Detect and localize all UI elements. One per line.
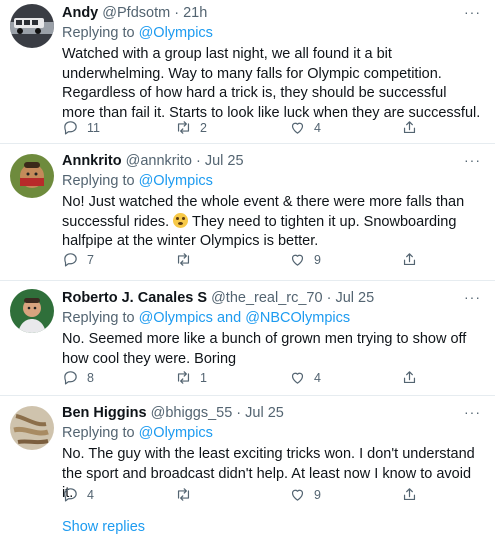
- replying-prefix: Replying to: [62, 425, 135, 441]
- retweet-button[interactable]: 1: [175, 369, 207, 386]
- author-name[interactable]: Annkrito: [62, 153, 122, 169]
- author-name[interactable]: Roberto J. Canales S: [62, 290, 207, 306]
- retweet-count: 1: [200, 370, 207, 385]
- show-replies-link[interactable]: Show replies: [62, 519, 145, 535]
- reply-icon: [64, 253, 77, 267]
- reply-thread: Andy @Pfdsotm · 21h Replying to @Olympic…: [0, 0, 495, 540]
- replying-prefix: Replying to: [62, 25, 135, 41]
- mention-link[interactable]: @Olympics: [139, 425, 213, 441]
- retweet-icon: [177, 253, 190, 266]
- retweet-button[interactable]: 2: [175, 119, 207, 136]
- tweet[interactable]: Andy @Pfdsotm · 21h Replying to @Olympic…: [0, 0, 495, 143]
- like-count: 9: [314, 252, 321, 267]
- share-icon: [403, 371, 416, 384]
- tweet[interactable]: Ben Higgins @bhiggs_55 · Jul 25 Replying…: [0, 396, 495, 512]
- share-icon: [403, 253, 416, 266]
- more-icon[interactable]: ···: [464, 404, 481, 420]
- share-button[interactable]: [401, 369, 418, 386]
- tweet-header: Roberto J. Canales S @the_real_rc_70 · J…: [62, 289, 481, 307]
- replying-and: and: [216, 310, 242, 326]
- author-handle[interactable]: @bhiggs_55: [151, 405, 233, 421]
- reply-count: 8: [87, 370, 94, 385]
- timestamp[interactable]: Jul 25: [245, 405, 284, 421]
- reply-icon: [64, 371, 77, 385]
- like-button[interactable]: 4: [289, 119, 321, 136]
- mention-link[interactable]: @Olympics: [139, 310, 213, 326]
- reply-count: 7: [87, 252, 94, 267]
- tweet-text: Watched with a group last night, we all …: [62, 46, 481, 121]
- author-handle[interactable]: @Pfdsotm: [102, 5, 170, 21]
- like-count: 9: [314, 487, 321, 502]
- tweet-actions: 8 1 4: [62, 369, 495, 389]
- mention-link[interactable]: @NBCOlympics: [245, 310, 350, 326]
- share-button[interactable]: [401, 486, 418, 503]
- reply-button[interactable]: 4: [62, 486, 94, 503]
- retweet-button[interactable]: [175, 486, 200, 503]
- author-name[interactable]: Andy: [62, 5, 98, 21]
- avatar[interactable]: [10, 289, 54, 333]
- grimacing-emoji: [173, 212, 189, 228]
- retweet-button[interactable]: [175, 251, 200, 268]
- replying-prefix: Replying to: [62, 310, 135, 326]
- retweet-icon: [177, 371, 190, 384]
- tweet-text: No! Just watched the whole event & there…: [62, 193, 481, 252]
- like-count: 4: [314, 120, 321, 135]
- timestamp[interactable]: Jul 25: [335, 290, 374, 306]
- like-button[interactable]: 9: [289, 486, 321, 503]
- replying-to: Replying to @Olympics: [62, 424, 481, 443]
- reply-button[interactable]: 8: [62, 369, 94, 386]
- reply-button[interactable]: 7: [62, 251, 94, 268]
- separator-dot: ·: [195, 153, 201, 169]
- separator-dot: ·: [326, 290, 332, 306]
- more-icon[interactable]: ···: [464, 289, 481, 305]
- tweet-header: Ben Higgins @bhiggs_55 · Jul 25: [62, 404, 481, 422]
- mention-link[interactable]: @Olympics: [139, 25, 213, 41]
- author-name[interactable]: Ben Higgins: [62, 405, 147, 421]
- share-button[interactable]: [401, 251, 418, 268]
- timestamp[interactable]: Jul 25: [205, 153, 244, 169]
- tweet-actions: 7 9: [62, 251, 495, 271]
- like-icon: [291, 122, 304, 134]
- like-count: 4: [314, 370, 321, 385]
- timestamp[interactable]: 21h: [183, 5, 207, 21]
- tweet-actions: 4 9: [62, 486, 495, 506]
- like-button[interactable]: 4: [289, 369, 321, 386]
- like-button[interactable]: 9: [289, 251, 321, 268]
- replying-to: Replying to @Olympics and @NBCOlympics: [62, 309, 481, 328]
- avatar[interactable]: [10, 154, 54, 198]
- more-icon[interactable]: ···: [464, 4, 481, 20]
- author-handle[interactable]: @annkrito: [126, 153, 192, 169]
- tweet-header: Andy @Pfdsotm · 21h: [62, 4, 481, 22]
- reply-count: 4: [87, 487, 94, 502]
- author-handle[interactable]: @the_real_rc_70: [211, 290, 322, 306]
- retweet-count: 2: [200, 120, 207, 135]
- reply-icon: [64, 121, 77, 135]
- share-icon: [403, 488, 416, 501]
- like-icon: [291, 372, 304, 384]
- avatar[interactable]: [10, 406, 54, 450]
- mention-link[interactable]: @Olympics: [139, 173, 213, 189]
- more-icon[interactable]: ···: [464, 152, 481, 168]
- avatar[interactable]: [10, 4, 54, 48]
- tweet[interactable]: Roberto J. Canales S @the_real_rc_70 · J…: [0, 281, 495, 395]
- retweet-icon: [177, 488, 190, 501]
- separator-dot: ·: [236, 405, 242, 421]
- retweet-icon: [177, 121, 190, 134]
- tweet-text: No. Seemed more like a bunch of grown me…: [62, 331, 467, 367]
- tweet-header: Annkrito @annkrito · Jul 25: [62, 152, 481, 170]
- replying-to: Replying to @Olympics: [62, 24, 481, 43]
- separator-dot: ·: [174, 5, 180, 21]
- reply-icon: [64, 488, 77, 502]
- replying-prefix: Replying to: [62, 173, 135, 189]
- tweet-actions: 11 2 4: [62, 119, 495, 139]
- like-icon: [291, 489, 304, 501]
- share-icon: [403, 121, 416, 134]
- share-button[interactable]: [401, 119, 418, 136]
- replying-to: Replying to @Olympics: [62, 172, 481, 191]
- like-icon: [291, 254, 304, 266]
- reply-count: 11: [87, 120, 100, 135]
- tweet[interactable]: Annkrito @annkrito · Jul 25 Replying to …: [0, 144, 495, 280]
- reply-button[interactable]: 11: [62, 119, 100, 136]
